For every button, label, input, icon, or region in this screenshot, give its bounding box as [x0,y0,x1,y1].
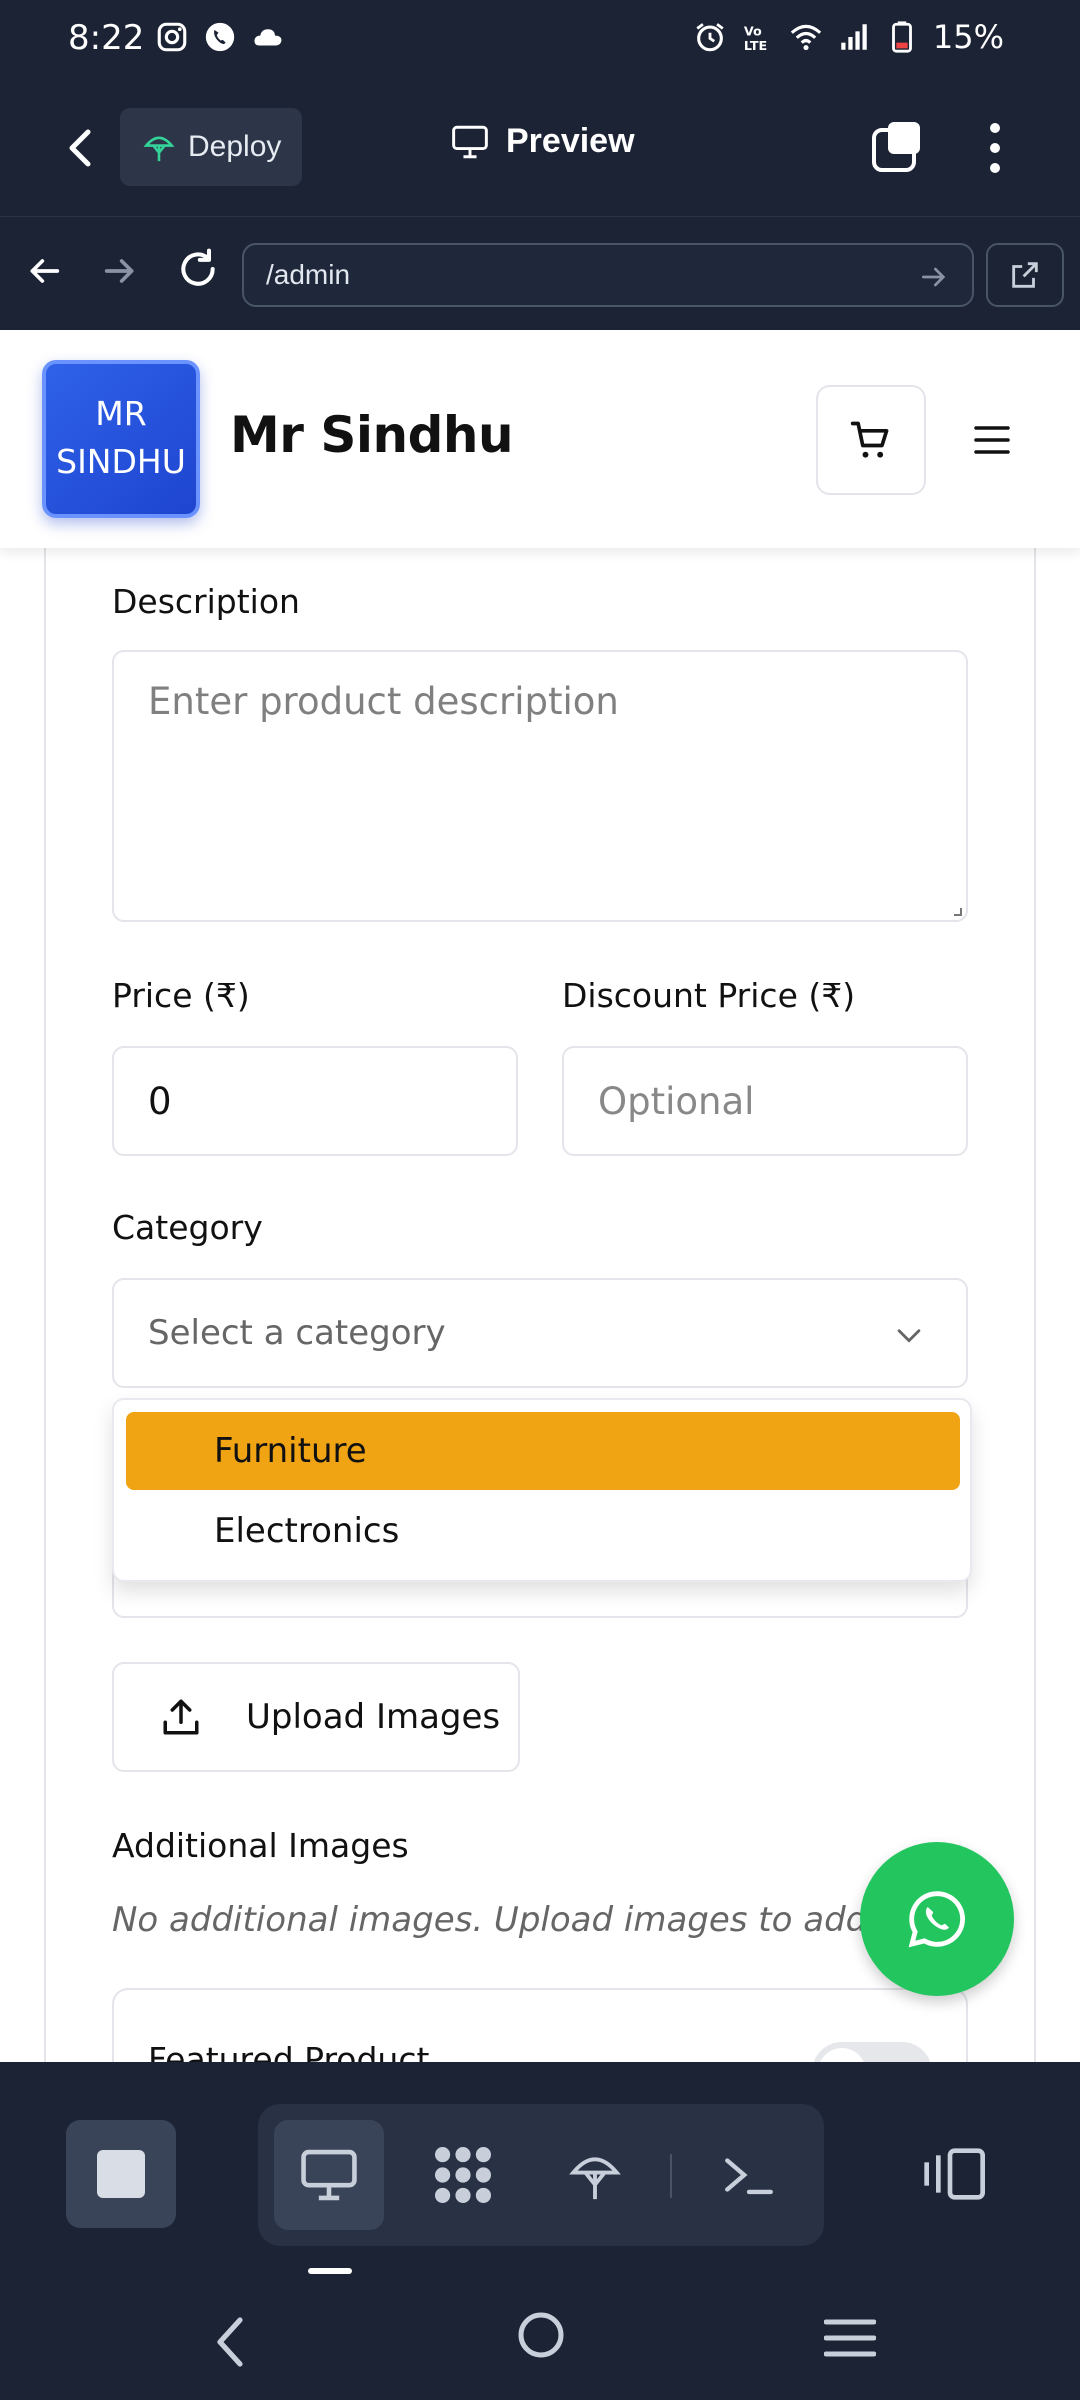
description-placeholder: Enter product description [148,680,619,723]
monitor-icon [452,125,488,158]
tool-divider [670,2154,672,2198]
cloud-icon [254,29,282,46]
web-content: MR SINDHU Mr Sindhu Description Enter pr… [0,330,1080,2062]
additional-images-label: Additional Images [112,1826,409,1865]
device-view-icon[interactable] [922,2148,992,2200]
browser-forward-icon[interactable] [100,251,140,291]
deploy-icon [569,2157,621,2200]
upload-images-button[interactable]: Upload Images [112,1662,520,1772]
featured-product-label: Featured Product [148,2040,430,2062]
call-app-icon [205,22,235,52]
tool-group [258,2104,824,2246]
price-value: 0 [148,1079,172,1123]
volte-icon: VoLTE [744,25,767,54]
description-textarea[interactable]: Enter product description [112,650,968,922]
assets-tool-button[interactable] [408,2120,518,2230]
app-header: Deploy Preview [0,78,1080,216]
discount-price-input[interactable]: Optional [562,1046,968,1156]
additional-images-hint: No additional images. Upload images to a… [112,1900,967,1940]
url-input[interactable]: /admin [242,243,974,307]
site-header: MR SINDHU Mr Sindhu [0,330,1080,548]
battery-percent: 15% [932,18,1004,56]
alarm-icon [696,23,724,52]
category-option-furniture[interactable]: Furniture [126,1412,960,1490]
category-label: Category [112,1208,263,1247]
reload-icon[interactable] [176,247,220,291]
site-title: Mr Sindhu [230,406,514,464]
logo-line-1: MR [95,394,147,433]
whatsapp-button[interactable] [860,1842,1014,1996]
system-recents-icon[interactable] [824,2318,876,2358]
url-row: /admin [0,216,1080,330]
url-text: /admin [266,259,351,290]
category-select[interactable]: Select a category [112,1278,968,1388]
deploy-tool-button[interactable] [540,2120,650,2230]
category-dropdown: Furniture Electronics [112,1398,972,1582]
deploy-icon [143,136,175,162]
monitor-icon [301,2149,357,2201]
price-input[interactable]: 0 [112,1046,518,1156]
wifi-icon [790,24,822,51]
dots-grid-icon [435,2147,491,2203]
upload-images-label: Upload Images [246,1697,501,1737]
tabs-icon[interactable] [872,120,924,172]
svg-text:LTE: LTE [744,39,767,54]
deploy-label: Deploy [188,130,282,163]
featured-toggle[interactable] [812,2042,932,2062]
featured-product-box: Featured Product [112,1988,968,2062]
site-logo[interactable]: MR SINDHU [42,360,200,518]
home-indicator [308,2268,352,2274]
status-bar: 8:22 Vo LTE 15% [0,0,1080,78]
category-option-electronics[interactable]: Electronics [126,1492,960,1570]
bottom-toolbar [0,2062,1080,2282]
preview-tool-button[interactable] [274,2120,384,2230]
discount-placeholder: Optional [598,1079,755,1123]
price-label: Price (₹) [112,976,250,1015]
system-navigation [0,2282,1080,2400]
hamburger-icon[interactable] [972,420,1012,460]
logo-line-2: SINDHU [56,442,186,481]
terminal-icon [725,2158,773,2195]
open-external-button[interactable] [986,243,1064,307]
battery-icon [891,21,912,53]
svg-text:Vo: Vo [744,25,762,40]
console-tool-button[interactable] [694,2120,804,2230]
back-icon[interactable] [52,118,102,178]
deploy-button[interactable]: Deploy [120,108,302,186]
stop-button[interactable] [66,2120,176,2228]
system-back-icon[interactable] [210,2312,250,2372]
category-placeholder: Select a category [148,1313,446,1353]
instagram-icon [157,22,187,52]
more-options-icon[interactable] [985,120,1005,176]
upload-icon [163,1699,199,1735]
status-time: 8:22 [68,18,145,58]
toggle-knob [818,2048,866,2062]
stop-icon [97,2150,145,2198]
chevron-down-icon [897,1329,921,1343]
cart-icon [850,421,889,458]
resize-handle[interactable] [954,908,962,916]
description-label: Description [112,582,300,621]
go-arrow-icon[interactable] [918,261,950,293]
external-link-icon [1012,262,1038,288]
whatsapp-icon [908,1891,965,1948]
browser-back-icon[interactable] [24,251,64,291]
cart-button[interactable] [816,385,926,495]
discount-price-label: Discount Price (₹) [562,976,856,1015]
preview-label: Preview [506,122,635,160]
signal-icon [841,24,867,50]
preview-toggle[interactable]: Preview [450,122,635,161]
system-home-icon[interactable] [516,2310,566,2360]
